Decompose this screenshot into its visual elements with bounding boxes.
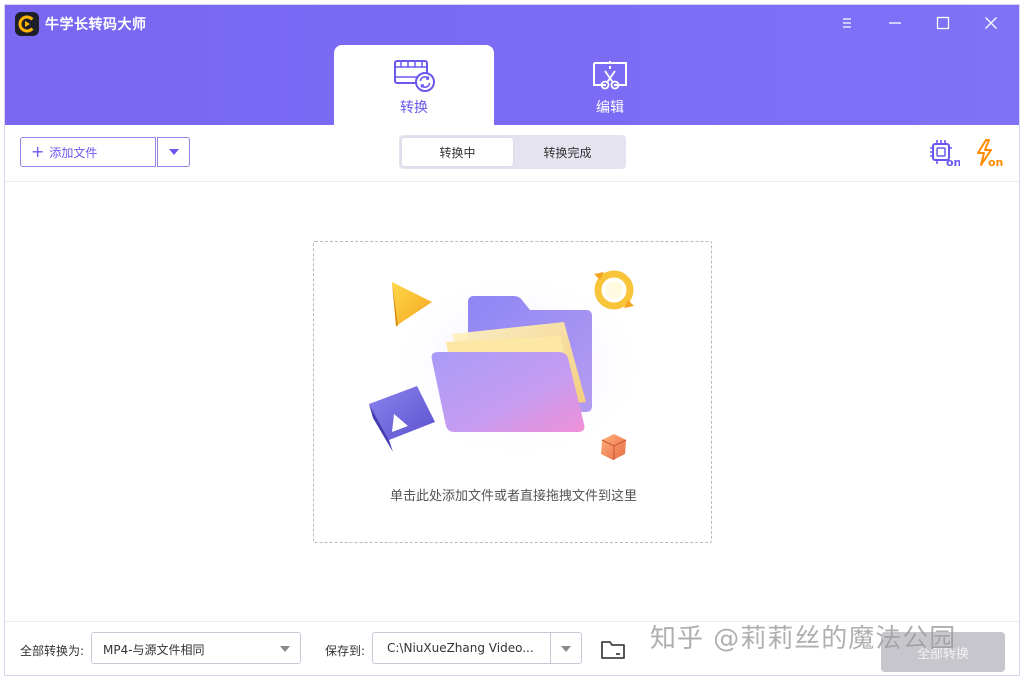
convert-film-icon	[392, 57, 436, 93]
menu-icon[interactable]	[835, 11, 859, 35]
app-window: 牛学长转码大师 转换 编辑 + 添加文件 转换中 转换完成 on on 单击此处…	[4, 4, 1020, 676]
segment-converting[interactable]: 转换中	[402, 138, 513, 166]
drop-hint-text: 单击此处添加文件或者直接拖拽文件到这里	[389, 489, 637, 504]
tab-edit[interactable]: 编辑	[530, 45, 690, 125]
save-to-label: 保存到:	[325, 644, 366, 658]
add-file-dropdown-button[interactable]	[157, 137, 190, 167]
add-file-button[interactable]: + 添加文件	[20, 137, 156, 167]
save-path-value: C:\NiuXueZhang Video...	[387, 641, 534, 655]
minimize-icon[interactable]	[883, 11, 907, 35]
high-speed-on-icon[interactable]: on	[975, 139, 1005, 169]
gpu-acceleration-on-icon[interactable]: on	[930, 139, 961, 169]
open-folder-icon[interactable]	[600, 639, 626, 661]
title-bar: 牛学长转码大师 转换 编辑	[5, 5, 1019, 125]
chevron-down-icon	[168, 149, 179, 155]
app-logo	[15, 12, 39, 36]
output-format-select[interactable]: MP4-与源文件相同	[91, 632, 301, 664]
chevron-down-icon	[280, 646, 290, 652]
toolbar: + 添加文件 转换中 转换完成 on on	[5, 125, 1019, 182]
chevron-down-icon	[561, 646, 571, 652]
speed-badge: on	[988, 156, 1003, 167]
output-format-value: MP4-与源文件相同	[103, 643, 205, 657]
watermark-text: 知乎 @莉莉丝的魔法公园	[650, 624, 957, 654]
tab-edit-label: 编辑	[596, 100, 624, 116]
status-segmented-control: 转换中 转换完成	[399, 135, 626, 169]
edit-cut-icon	[588, 57, 632, 93]
close-icon[interactable]	[979, 11, 1003, 35]
app-title: 牛学长转码大师	[45, 17, 147, 33]
file-drop-zone[interactable]: 单击此处添加文件或者直接拖拽文件到这里	[313, 241, 712, 543]
save-path-select[interactable]: C:\NiuXueZhang Video...	[372, 632, 582, 664]
segment-converted[interactable]: 转换完成	[512, 138, 623, 166]
empty-folder-illustration	[369, 262, 649, 460]
maximize-icon[interactable]	[931, 11, 955, 35]
plus-icon: +	[31, 142, 45, 161]
convert-all-label: 全部转换为:	[20, 644, 85, 658]
tab-convert[interactable]: 转换	[334, 45, 494, 125]
gpu-badge: on	[946, 156, 960, 167]
add-file-label: 添加文件	[49, 145, 98, 160]
tab-convert-label: 转换	[400, 100, 428, 116]
